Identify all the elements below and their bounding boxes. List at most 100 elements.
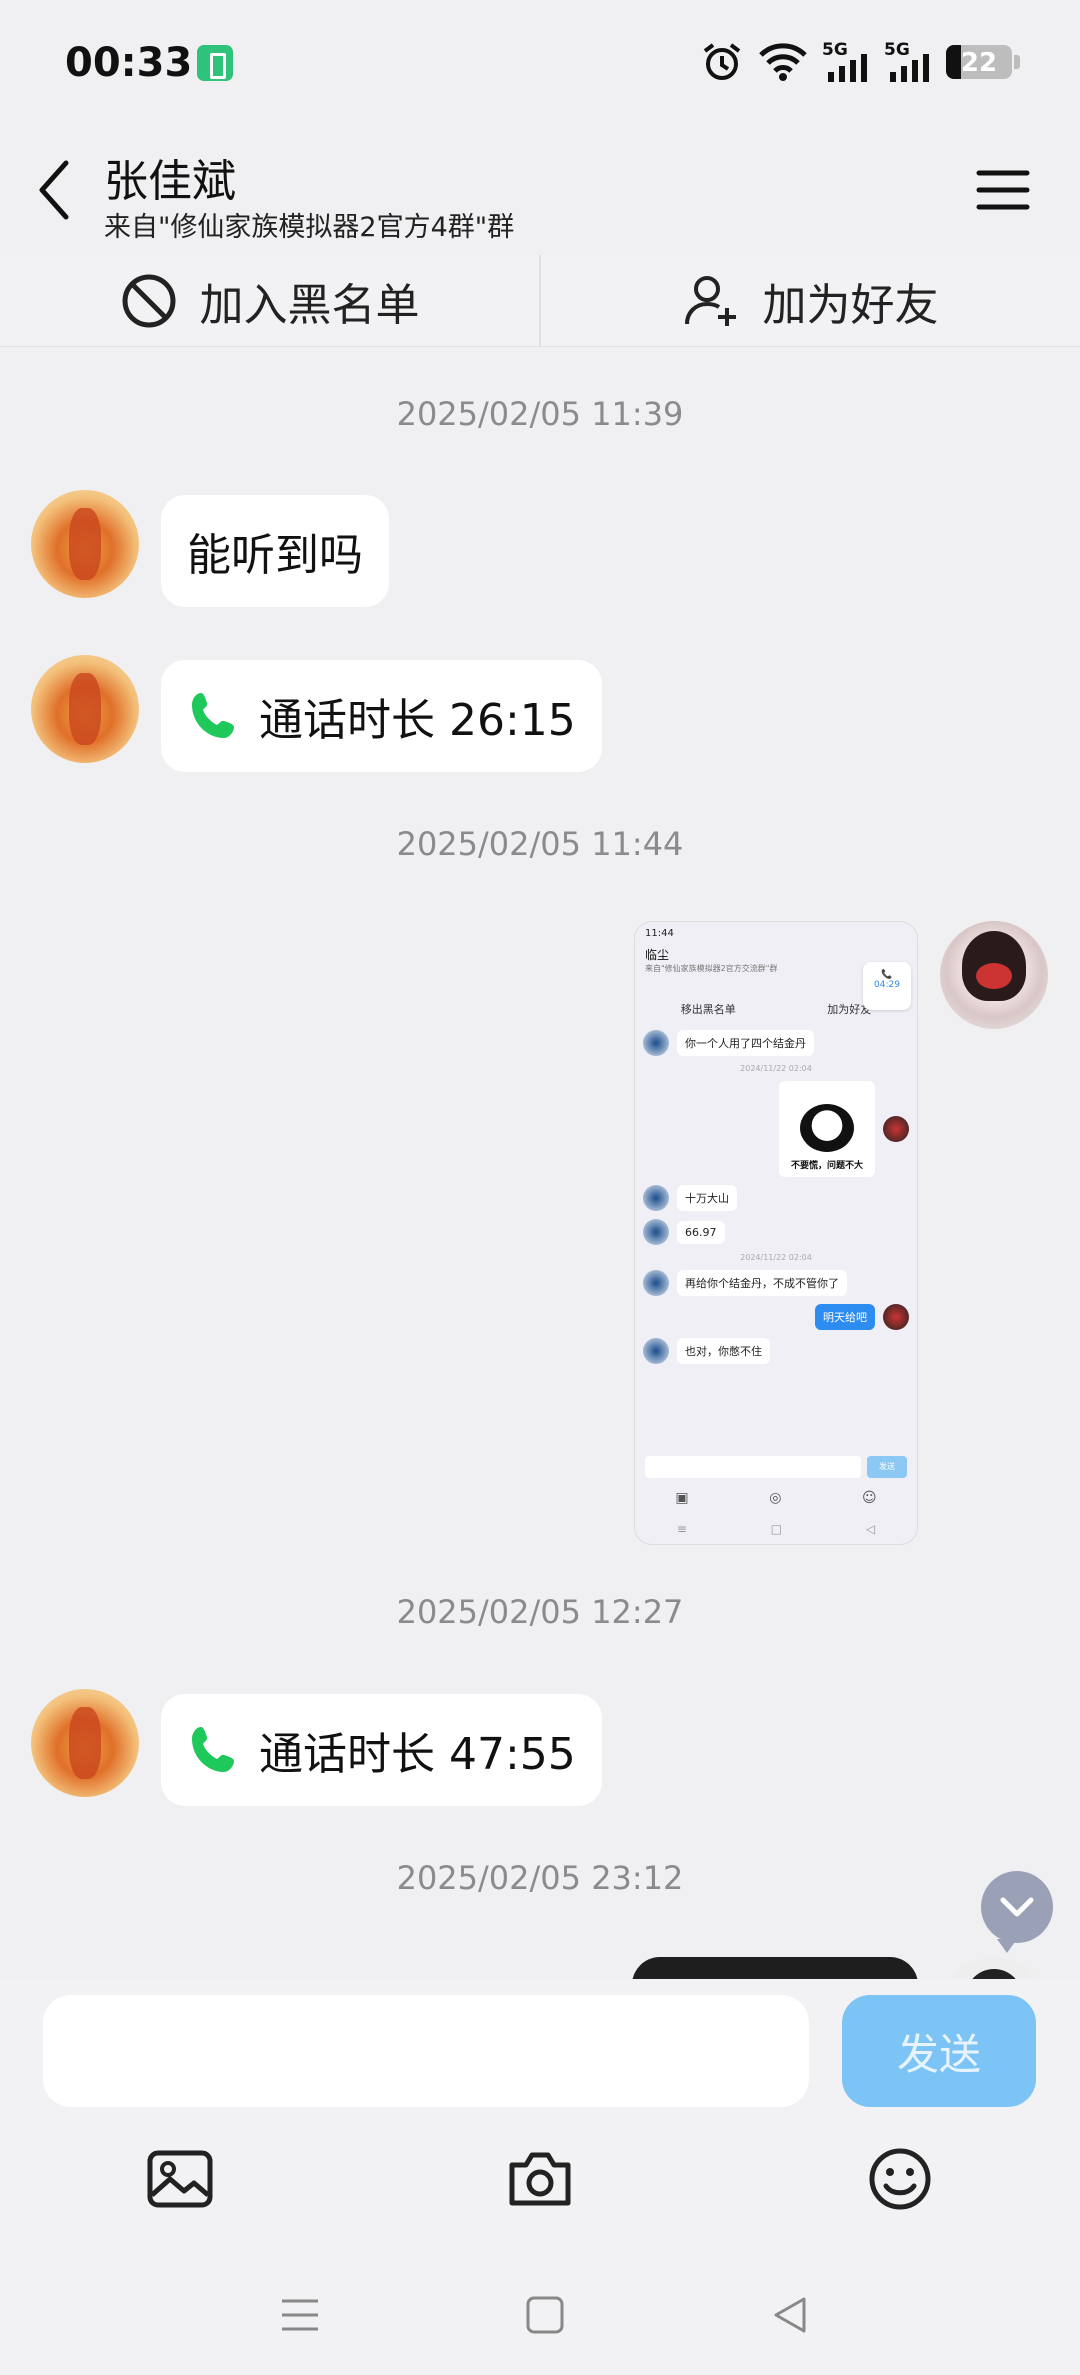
call-record-bubble[interactable]: 通话时长 26:15 [161,660,602,772]
shot-input-field [645,1456,861,1478]
chat-header: 张佳斌 来自"修仙家族模拟器2官方4群"群 [0,125,1080,255]
shot-message-text: 明天给吧 [815,1304,875,1330]
shot-action-left: 移出黑名单 [680,1003,736,1016]
avatar[interactable] [31,490,139,598]
status-bar: 00:33 5G 5G 22 [0,0,1080,125]
shot-message-text: 66.97 [677,1220,725,1244]
shot-send-button: 发送 [867,1456,907,1478]
shot-message: 66.97 [643,1219,909,1245]
emoji-button[interactable] [860,2139,940,2219]
camera-icon: ◎ [769,1490,782,1506]
image-icon: ▣ [675,1490,689,1506]
shot-avatar [643,1338,669,1364]
shot-avatar [643,1030,669,1056]
message-timestamp: 2025/02/05 12:27 [396,1593,684,1631]
shot-toolbar: ▣ ◎ ☺ [635,1490,917,1506]
action-bar: 加入黑名单 加为好友 [0,255,1080,347]
contact-source: 来自"修仙家族模拟器2官方4群"群 [104,212,515,243]
battery-saver-icon [197,45,233,81]
menu-icon: ≡ [676,1522,687,1536]
recent-apps-button[interactable] [270,2285,330,2345]
message-input[interactable] [43,1995,809,2107]
message-bubble[interactable]: 能听到吗 [161,495,389,607]
emoji-icon: ☺ [862,1490,877,1506]
shot-message-text: 十万大山 [677,1185,737,1211]
shot-avatar [643,1270,669,1296]
send-label: 发送 [896,2029,981,2079]
home-icon: □ [770,1522,783,1536]
status-time: 00:33 [65,40,193,86]
call-duration: 通话时长 26:15 [259,695,576,746]
chevron-left-icon [39,160,69,220]
add-to-blacklist-label: 加入黑名单 [199,279,420,331]
shot-timestamp: 2024/11/22 02:04 [740,1064,812,1073]
shot-avatar [883,1304,909,1330]
message-timestamp: 2025/02/05 11:39 [396,395,684,433]
shot-timestamp: 2024/11/22 02:04 [740,1253,812,1262]
add-user-icon [684,275,736,326]
menu-icon [282,2299,318,2331]
shot-message: 明天给吧 [643,1304,909,1330]
shot-message: 不要慌，问题不大 [643,1081,909,1177]
shot-message-text: 再给你个结金丹，不成不管你了 [677,1270,847,1296]
add-friend-label: 加为好友 [762,279,939,331]
add-friend-button[interactable]: 加为好友 [541,255,1080,346]
shot-message: 也对，你憋不住 [643,1338,909,1364]
shot-avatar [643,1185,669,1211]
shot-call-time: 04:29 [874,980,900,990]
camera-icon [509,2152,571,2206]
battery-tip [1014,55,1020,69]
shot-message-text: 也对，你憋不住 [677,1338,770,1364]
avatar[interactable] [31,655,139,763]
my-avatar[interactable] [940,921,1048,1029]
message-timestamp: 2025/02/05 11:44 [396,825,684,863]
chevron-down-icon [1000,1897,1034,1917]
back-icon: ◁ [865,1522,876,1536]
contact-name: 张佳斌 [104,156,236,207]
shot-avatar [643,1219,669,1245]
image-button[interactable] [140,2139,220,2219]
signal-icon [828,54,867,82]
my-avatar[interactable] [940,1957,1048,1979]
shot-avatar [883,1116,909,1142]
shot-sticker-caption: 不要慌，问题不大 [790,1161,863,1171]
image-icon [147,2150,213,2208]
back-nav-button[interactable] [760,2285,820,2345]
shot-send-label: 发送 [879,1462,895,1471]
battery-level: 22 [960,48,998,78]
back-button[interactable] [30,155,90,225]
camera-button[interactable] [500,2139,580,2219]
back-icon [774,2297,806,2333]
scroll-to-bottom-button[interactable] [981,1871,1053,1953]
chat-area[interactable]: 2025/02/05 11:39 能听到吗 通话时长 26:15 2025/02… [0,347,1080,1979]
wifi-icon [759,43,807,81]
call-record-bubble[interactable]: 通话时长 47:55 [161,1694,602,1806]
status-icons: 5G 5G 22 [700,40,1020,84]
shot-status-time: 11:44 [645,928,674,939]
shot-input-row: 发送 [645,1456,907,1478]
phone-icon [192,693,234,738]
shot-message: 十万大山 [643,1185,909,1211]
emoji-icon [869,2148,931,2210]
phone-icon [192,1727,234,1772]
alarm-icon [703,43,741,80]
shot-contact-name: 临尘 [645,948,670,962]
home-button[interactable] [515,2285,575,2345]
add-to-blacklist-button[interactable]: 加入黑名单 [0,255,539,346]
shared-screenshot-image[interactable]: 11:44 临尘 来自"修仙家族模拟器2官方交流群"群 📞 04:29 移出黑名单… [634,921,918,1545]
shot-message-text: 你一个人用了四个结金丹 [677,1030,814,1056]
shot-nav-bar: ≡ □ ◁ [635,1522,917,1536]
avatar[interactable] [31,1689,139,1797]
send-button[interactable]: 发送 [842,1995,1036,2107]
shot-sticker: 不要慌，问题不大 [779,1081,875,1177]
menu-button[interactable] [975,165,1031,215]
signal-1: 5G [822,40,870,82]
message-bubble-partial[interactable] [632,1957,918,1979]
message-text: 能听到吗 [187,530,363,581]
signal-2: 5G [884,40,932,82]
panda-face-icon [800,1104,854,1152]
signal-icon [890,54,929,82]
system-nav-bar [0,2245,1080,2375]
menu-icon [976,170,1030,210]
battery-icon: 22 [946,45,1012,79]
